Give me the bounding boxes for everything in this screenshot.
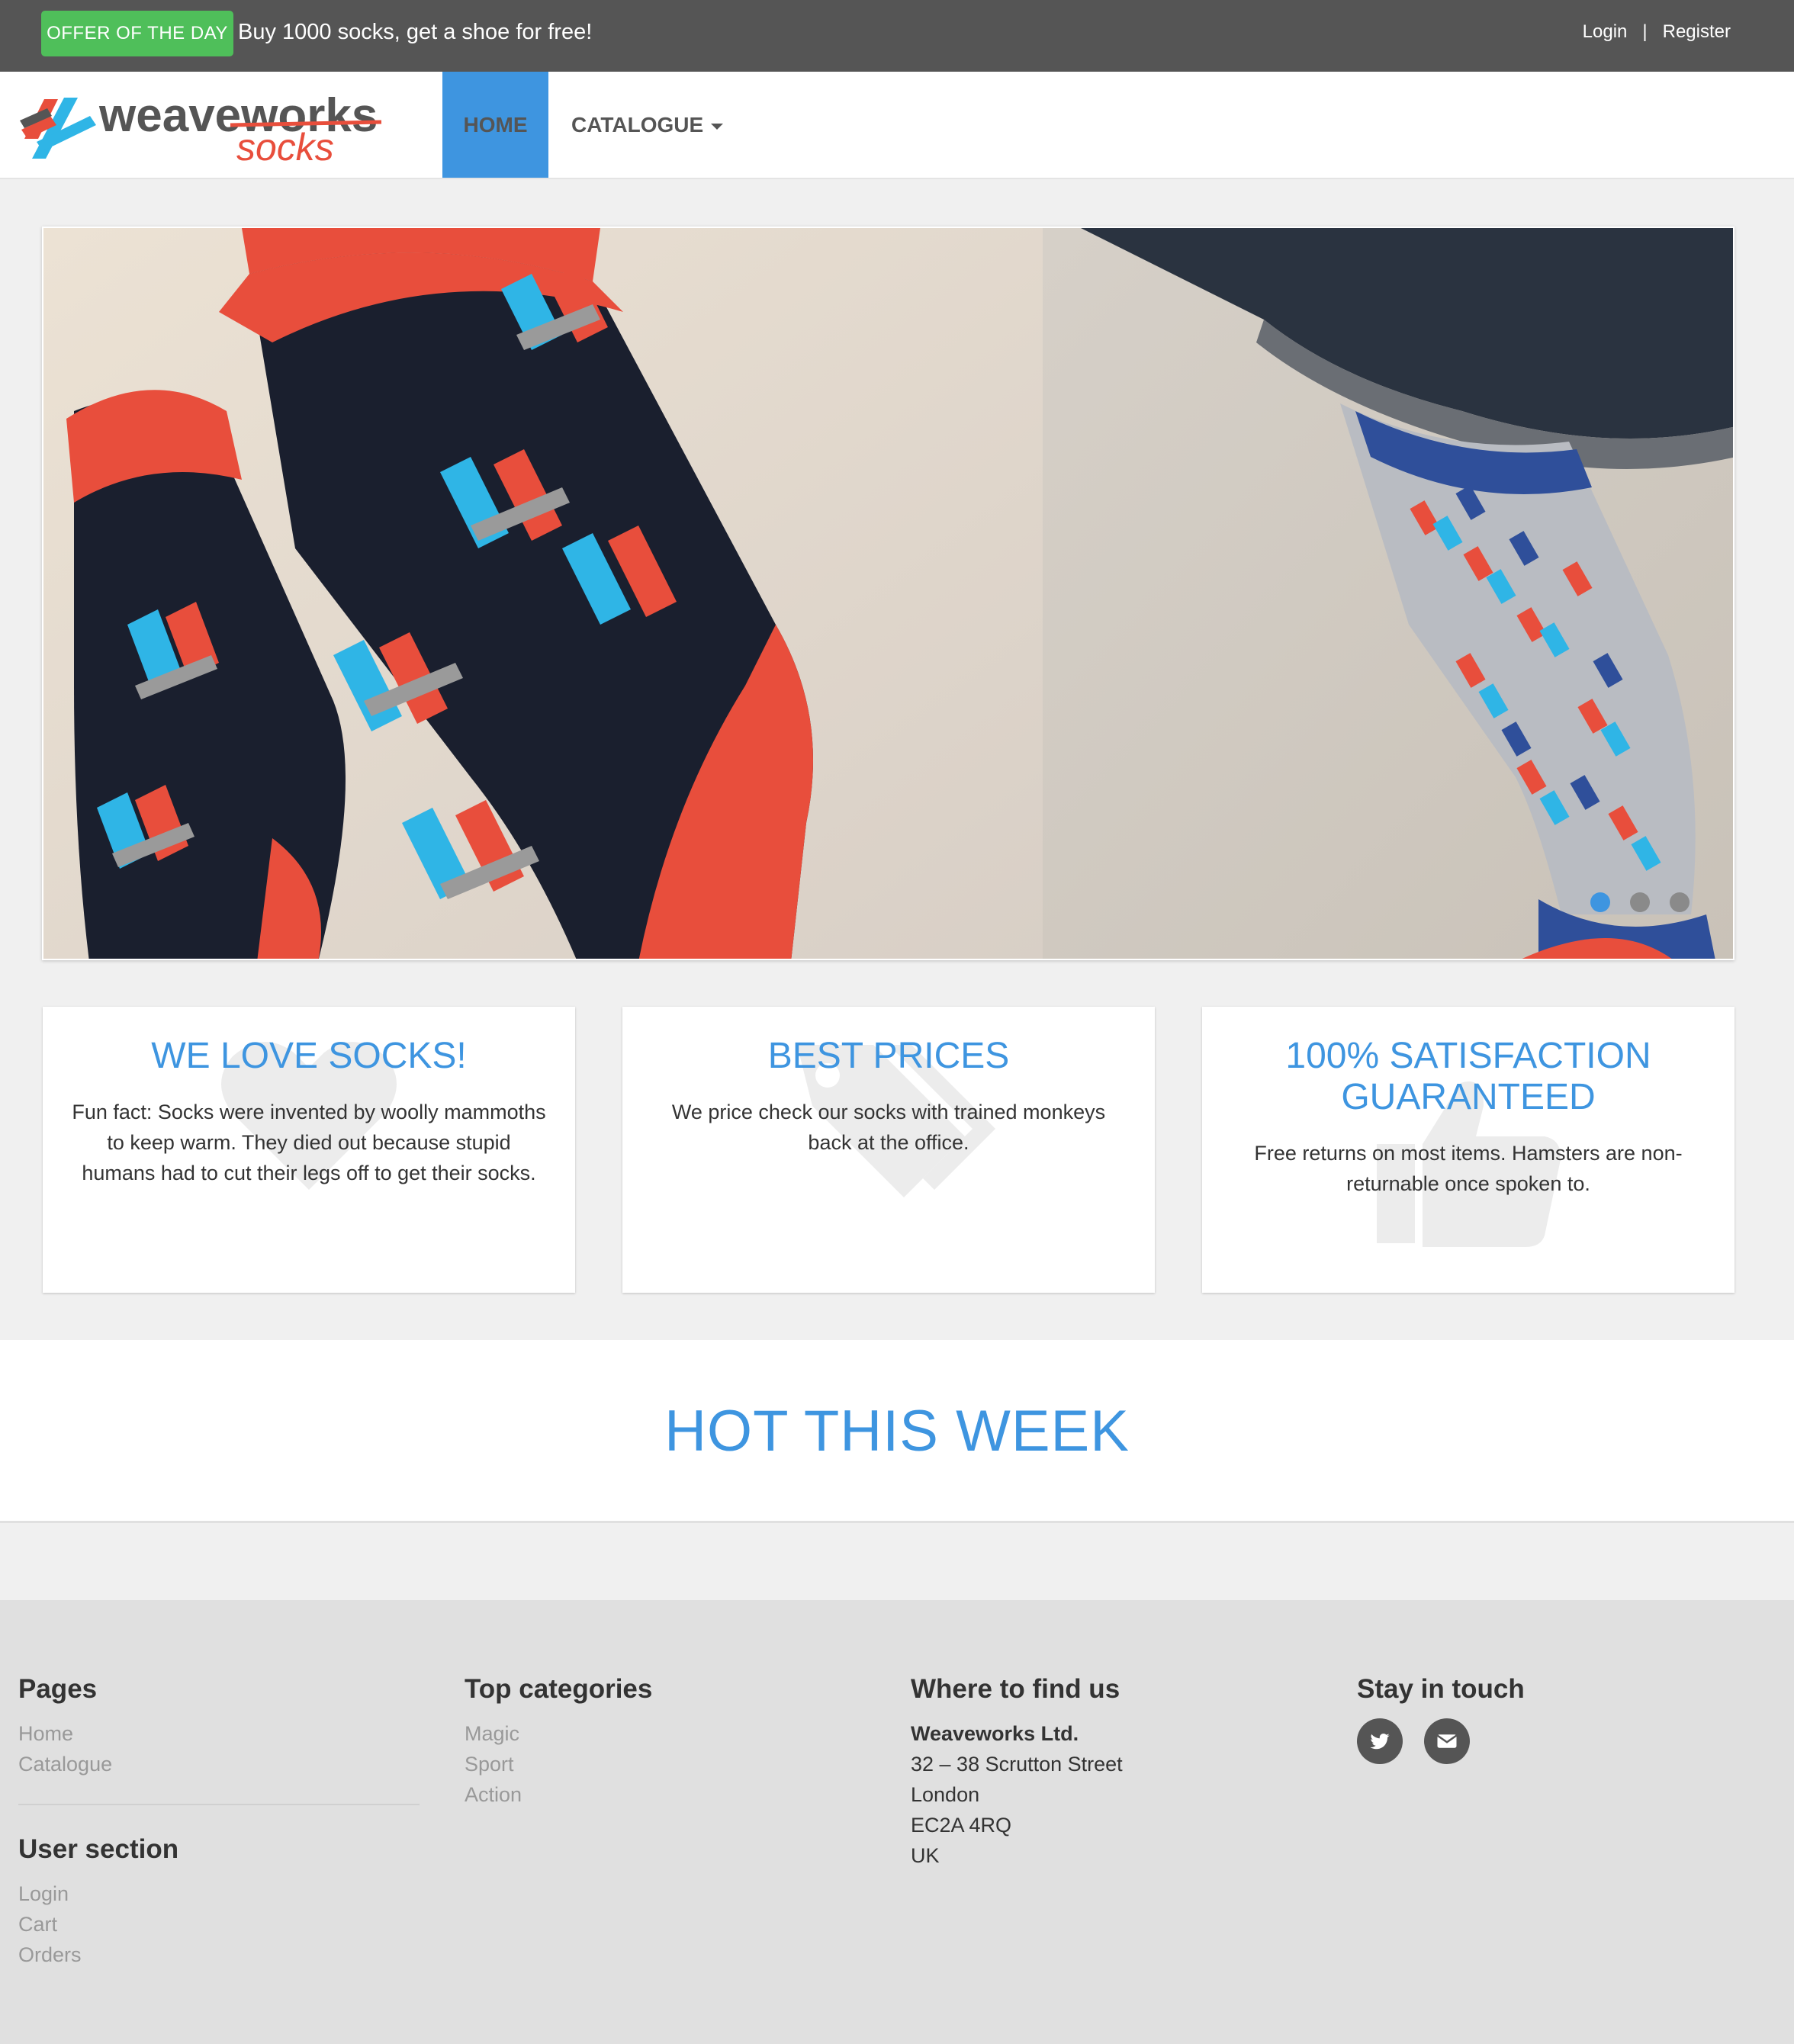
logo-sub: socks [236,126,334,165]
company-name: Weaveworks Ltd. [911,1722,1079,1745]
hero-image [43,228,1733,959]
nav-catalogue[interactable]: CATALOGUE [571,72,724,178]
nav-home[interactable]: HOME [442,72,548,178]
footer-location-title: Where to find us [911,1674,1120,1704]
footer-pages-title: Pages [18,1674,98,1704]
hot-this-week-title: HOT THIS WEEK [664,1399,1130,1464]
carousel-dot[interactable] [1630,892,1650,912]
register-link[interactable]: Register [1663,21,1731,42]
feature-box: 100% SATISFACTION GUARANTEED Free return… [1202,1007,1735,1293]
footer-divider [18,1804,420,1805]
footer-link-orders[interactable]: Orders [18,1940,420,1970]
navbar: weaveworks socks HOME CATALOGUE [0,72,1794,179]
hero-carousel[interactable] [42,227,1735,960]
auth-links: Login | Register [1578,18,1735,46]
top-bar: OFFER OF THE DAY Buy 1000 socks, get a s… [0,0,1794,72]
feature-title: WE LOVE SOCKS! [151,1036,467,1076]
auth-separator: | [1642,21,1648,42]
feature-text: We price check our socks with trained mo… [671,1101,1106,1154]
footer-social: Stay in touch [1357,1673,1525,1768]
feature-title: BEST PRICES [767,1036,1010,1076]
address-line: UK [911,1844,940,1867]
offer-badge[interactable]: OFFER OF THE DAY [41,11,233,56]
feature-box: BEST PRICES We price check our socks wit… [622,1007,1155,1293]
feature-text: Free returns on most items. Hamsters are… [1254,1142,1683,1195]
address-line: 32 – 38 Scrutton Street [911,1753,1123,1776]
footer-link-action[interactable]: Action [465,1779,652,1810]
footer-link-login[interactable]: Login [18,1878,420,1909]
footer-link-sport[interactable]: Sport [465,1749,652,1779]
feature-title: 100% SATISFACTION GUARANTEED [1285,1036,1651,1117]
feature-text: Fun fact: Socks were invented by woolly … [72,1101,546,1184]
footer-link-catalogue[interactable]: Catalogue [18,1749,420,1779]
envelope-icon[interactable] [1424,1718,1471,1764]
address-line: EC2A 4RQ [911,1814,1012,1837]
logo-mark-icon [20,98,96,159]
footer: Pages Home Catalogue User section Login … [0,1600,1794,2044]
caret-down-icon [711,123,724,130]
hot-this-week-section: HOT THIS WEEK [0,1340,1794,1523]
footer-link-cart[interactable]: Cart [18,1909,420,1940]
offer-text: Buy 1000 socks, get a shoe for free! [238,20,593,44]
brand-logo[interactable]: weaveworks socks [17,85,383,169]
footer-social-title: Stay in touch [1357,1674,1525,1704]
carousel-dot[interactable] [1670,892,1690,912]
footer-link-home[interactable]: Home [18,1718,420,1749]
footer-pages: Pages Home Catalogue User section Login … [18,1673,420,1970]
feature-box: WE LOVE SOCKS! Fun fact: Socks were inve… [43,1007,575,1293]
login-link[interactable]: Login [1583,21,1628,42]
footer-user-title: User section [18,1834,179,1864]
nav-catalogue-label: CATALOGUE [571,113,704,137]
footer-categories: Top categories Magic Sport Action [465,1673,652,1810]
footer-link-magic[interactable]: Magic [465,1718,652,1749]
carousel-dot[interactable] [1590,892,1610,912]
footer-categories-title: Top categories [465,1674,653,1704]
address-line: London [911,1783,980,1806]
footer-location: Where to find us Weaveworks Ltd. 32 – 38… [911,1673,1123,1871]
twitter-icon[interactable] [1357,1718,1403,1764]
